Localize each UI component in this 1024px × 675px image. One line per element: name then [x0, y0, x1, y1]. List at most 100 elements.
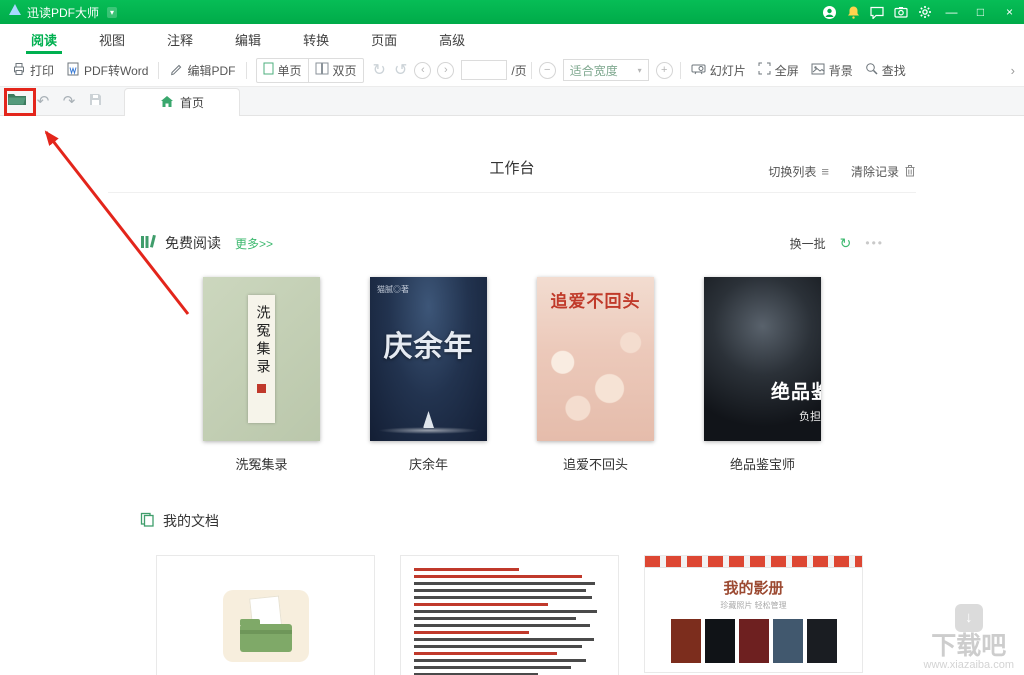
menu-tab-convert[interactable]: 转换 — [282, 24, 350, 54]
app-menu-caret-icon[interactable]: ▾ — [107, 7, 117, 18]
print-button[interactable]: 打印 — [6, 57, 60, 84]
save-button[interactable] — [83, 89, 107, 113]
book-cover[interactable]: 追爱不回头 — [537, 277, 654, 441]
doc-text-line — [414, 582, 595, 585]
trash-icon — [904, 164, 916, 180]
free-reading-title: 免费阅读 — [165, 233, 221, 253]
pdf-to-word-button[interactable]: PDF转Word — [60, 57, 154, 84]
clear-records-button[interactable]: 清除记录 — [851, 163, 916, 180]
document-thumbnail[interactable]: 我的影册 珍藏照片 轻松管理 — [644, 555, 863, 673]
document-thumbnail[interactable] — [156, 555, 375, 675]
app-title: 迅读PDF大师 — [27, 4, 99, 21]
zoom-in-button[interactable]: + — [656, 62, 673, 79]
menu-tab-annotate[interactable]: 注释 — [146, 24, 214, 54]
zoom-mode-dropdown[interactable]: 适合宽度 ▾ — [563, 59, 649, 81]
zoom-out-button[interactable]: − — [539, 62, 556, 79]
menu-tab-edit[interactable]: 编辑 — [214, 24, 282, 54]
doc-text-line — [414, 596, 592, 599]
workbench-page: 工作台 切换列表 ≡ 清除记录 免费阅读 更多>> 换一批 ↻ ••• 洗冤集录 — [0, 116, 1024, 675]
next-page-button[interactable]: › — [437, 62, 454, 79]
toolbar-separator — [680, 62, 681, 79]
doc-text-line — [414, 624, 590, 627]
change-batch-button[interactable]: 换一批 — [790, 235, 826, 252]
doc-text-line — [414, 645, 582, 648]
my-documents-header: 我的文档 — [140, 511, 884, 531]
more-options-icon[interactable]: ••• — [865, 236, 884, 250]
edit-pdf-button[interactable]: 编辑PDF — [163, 57, 241, 84]
free-reading-more-link[interactable]: 更多>> — [235, 235, 273, 252]
single-page-icon — [263, 62, 274, 78]
doc-text-line — [414, 659, 586, 662]
pdf-to-word-icon — [66, 62, 80, 79]
doc-text-line — [414, 631, 529, 634]
rotate-right-icon[interactable]: ↻ — [369, 60, 390, 80]
book-item: 猫腻◎著 庆余年 庆余年 — [370, 277, 487, 473]
background-button[interactable]: 背景 — [805, 57, 859, 84]
toolbar-separator — [158, 62, 159, 79]
single-page-button[interactable]: 单页 — [257, 59, 308, 82]
refresh-icon[interactable]: ↻ — [840, 235, 852, 252]
tab-home[interactable]: 首页 — [124, 88, 240, 117]
album-subtitle: 珍藏照片 轻松管理 — [645, 600, 862, 611]
free-reading-header: 免费阅读 更多>> 换一批 ↻ ••• — [140, 233, 884, 253]
doc-text-line — [414, 610, 597, 613]
menu-tab-read[interactable]: 阅读 — [10, 24, 78, 54]
find-button[interactable]: 查找 — [859, 57, 912, 84]
toolbar-more-chevron-icon[interactable]: › — [1011, 63, 1018, 78]
reading-toolbar: 打印 PDF转Word 编辑PDF 单页 双页 ↻ ↺ ‹ › /页 − 适合宽… — [0, 54, 1024, 87]
slideshow-button[interactable]: 幻灯片 — [685, 57, 752, 84]
feedback-chat-icon[interactable] — [865, 0, 889, 24]
page-layout-toggle: 单页 双页 — [256, 58, 364, 83]
redo-button[interactable]: ↷ — [57, 89, 81, 113]
workbench-header: 工作台 切换列表 ≡ 清除记录 — [108, 116, 916, 193]
annotation-highlight-box — [4, 88, 36, 116]
book-title: 绝品鉴宝师 — [704, 454, 821, 473]
book-cover[interactable]: 绝品鉴宝师 负担◎著 — [704, 277, 821, 441]
poster-thumb — [773, 619, 803, 663]
fullscreen-icon — [758, 62, 771, 78]
printer-icon — [12, 62, 26, 79]
album-title: 我的影册 — [645, 577, 862, 598]
my-documents-title: 我的文档 — [163, 511, 219, 531]
account-avatar-icon[interactable] — [817, 0, 841, 24]
fullscreen-button[interactable]: 全屏 — [752, 57, 805, 84]
settings-gear-icon[interactable] — [913, 0, 937, 24]
menu-tab-view[interactable]: 视图 — [78, 24, 146, 54]
switch-list-button[interactable]: 切换列表 ≡ — [768, 163, 829, 180]
search-icon — [865, 62, 878, 78]
cover-title-strip: 洗冤集录 — [248, 295, 275, 423]
book-title: 追爱不回头 — [537, 454, 654, 473]
close-button[interactable]: × — [995, 0, 1024, 24]
background-image-icon — [811, 63, 825, 78]
page-unit-label: /页 — [511, 62, 526, 79]
menu-tab-advanced[interactable]: 高级 — [418, 24, 486, 54]
notification-bell-icon[interactable] — [841, 0, 865, 24]
doc-text-line — [414, 589, 586, 592]
list-icon: ≡ — [821, 164, 829, 179]
doc-text-line — [414, 652, 557, 655]
page-title: 工作台 — [489, 160, 534, 177]
book-cover[interactable]: 猫腻◎著 庆余年 — [370, 277, 487, 441]
double-page-button[interactable]: 双页 — [308, 59, 363, 82]
document-tabbar: ↶ ↷ 首页 — [0, 87, 1024, 116]
maximize-button[interactable]: □ — [966, 0, 995, 24]
pencil-icon — [169, 62, 183, 79]
prev-page-button[interactable]: ‹ — [414, 62, 431, 79]
ribbon-menubar: 阅读 视图 注释 编辑 转换 页面 高级 — [0, 24, 1024, 54]
film-strip-decoration — [645, 556, 862, 568]
doc-text-line — [414, 568, 519, 571]
document-thumbnail[interactable] — [400, 555, 619, 675]
screenshot-camera-icon[interactable] — [889, 0, 913, 24]
poster-thumb — [739, 619, 769, 663]
book-cover[interactable]: 洗冤集录 — [203, 277, 320, 441]
doc-text-line — [414, 638, 594, 641]
poster-thumb — [671, 619, 701, 663]
minimize-button[interactable]: — — [937, 0, 966, 24]
my-documents-list: 我的影册 珍藏照片 轻松管理 — [156, 555, 1024, 675]
book-item: 追爱不回头 追爱不回头 — [537, 277, 654, 473]
double-page-icon — [315, 62, 329, 78]
menu-tab-page[interactable]: 页面 — [350, 24, 418, 54]
rotate-left-icon[interactable]: ↺ — [390, 60, 411, 80]
home-icon — [160, 95, 174, 111]
page-number-input[interactable] — [461, 60, 507, 80]
